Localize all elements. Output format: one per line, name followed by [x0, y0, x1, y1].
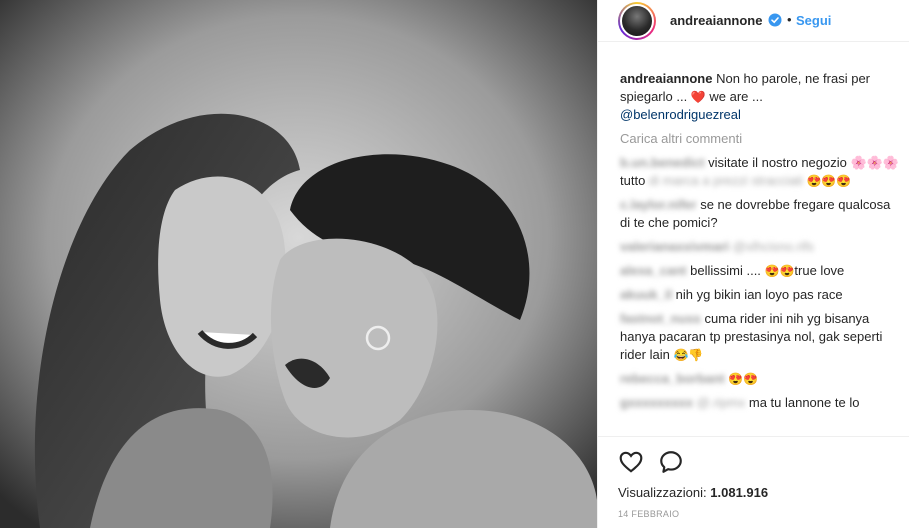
post-actions: Visualizzazioni: 1.081.916 14 FEBBRAIO [598, 436, 909, 528]
post-date[interactable]: 14 FEBBRAIO [618, 509, 679, 519]
comment-emoji: 😍😍 [764, 264, 795, 278]
comment-emoji: 😍😍😍 [806, 174, 852, 188]
header-username[interactable]: andreaiannone [670, 13, 762, 28]
verified-badge-icon [768, 13, 782, 27]
views-number: 1.081.916 [710, 485, 769, 500]
heart-icon[interactable] [618, 449, 644, 475]
comment-username[interactable]: fastnot_nuss [620, 311, 701, 326]
comment-emoji: 😂👎 [673, 348, 704, 362]
comment-item: akuuk_il nih yg bikin ian loyo pas race [620, 286, 900, 304]
comment-username[interactable]: b.un.benedict [620, 155, 705, 170]
comment-item: alexa_cant bellissimi .... 😍😍true love [620, 262, 900, 280]
comment-item: c.laylor.nifer se ne dovrebbe fregare qu… [620, 196, 900, 232]
comment-blurred-text: @xlhcisno.rifs [732, 239, 814, 254]
comments-list[interactable]: andreaiannone Non ho parole, ne frasi pe… [598, 42, 909, 436]
comment-blurred-text: di marca a prezzi stracciati [648, 173, 803, 188]
avatar[interactable] [618, 2, 656, 40]
comment-item: fastnot_nuss cuma rider ini nih yg bisan… [620, 310, 900, 364]
comment-emoji: 😍😍 [728, 372, 759, 386]
post-caption: andreaiannone Non ho parole, ne frasi pe… [620, 70, 900, 124]
comment-bubble-icon[interactable] [658, 449, 684, 475]
caption-mention[interactable]: @belenrodriguezreal [620, 107, 741, 122]
comment-item: gxxxxxxxxx @.ripmx ma tu lannone te lo [620, 394, 900, 412]
views-label: Visualizzazioni: [618, 485, 707, 500]
post-photo[interactable] [0, 0, 597, 528]
comment-text: bellissimi .... [690, 263, 765, 278]
caption-username[interactable]: andreaiannone [620, 71, 712, 86]
comment-username[interactable]: gxxxxxxxxx [620, 395, 693, 410]
photo-illustration [0, 0, 597, 528]
heart-emoji: ❤️ [690, 90, 706, 104]
comment-text: nih yg bikin ian loyo pas race [675, 287, 843, 302]
post-sidebar: andreaiannone • Segui andreaiannone Non … [597, 0, 909, 528]
separator-dot: • [787, 12, 792, 27]
caption-text-2: we are ... [705, 89, 763, 104]
comment-username[interactable]: c.laylor.nifer [620, 197, 697, 212]
comment-text: ma tu lannone te lo [748, 395, 860, 410]
comment-username[interactable]: akuuk_il [620, 287, 672, 302]
comment-username[interactable]: alexa_cant [620, 263, 687, 278]
comment-item: rebecca_borbant 😍😍 [620, 370, 900, 388]
comment-item: b.un.benedict visitate il nostro negozio… [620, 154, 900, 190]
comment-username[interactable]: rebecca_borbant [620, 371, 725, 386]
comment-blurred-text: @.ripmx [696, 395, 746, 410]
load-more-comments-button[interactable]: Carica altri commenti [620, 130, 900, 148]
comment-username[interactable]: valerianaxxivmari [620, 239, 729, 254]
comment-item: valerianaxxivmari @xlhcisno.rifs [620, 238, 900, 256]
views-count: Visualizzazioni: 1.081.916 [618, 485, 768, 500]
comment-text-2: true love [794, 263, 845, 278]
post-header: andreaiannone • Segui [598, 0, 909, 42]
follow-button[interactable]: Segui [796, 13, 831, 28]
